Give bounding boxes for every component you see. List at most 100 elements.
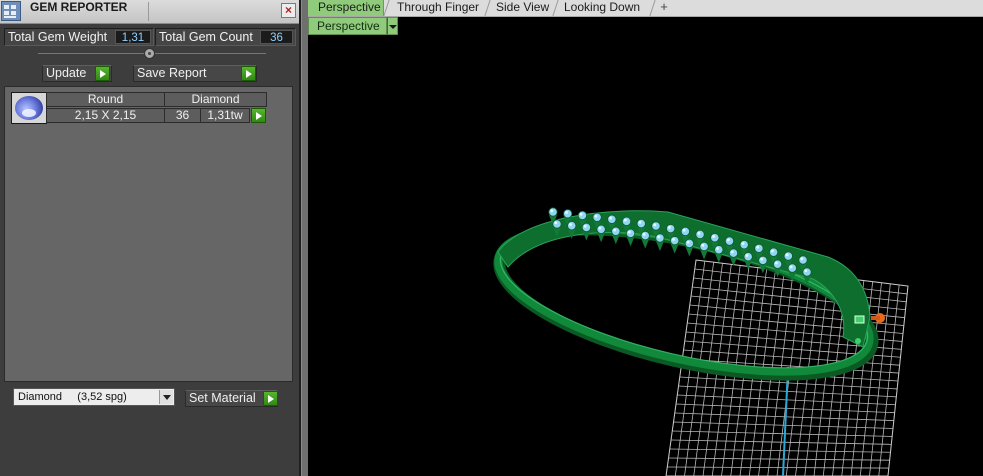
gem-stone bbox=[739, 240, 749, 250]
view-tab-bar: Perspective Through Finger Side View Loo… bbox=[308, 0, 983, 17]
gem-stone bbox=[699, 241, 709, 252]
gem-highlight bbox=[550, 209, 554, 213]
grid-line bbox=[667, 466, 889, 469]
save-report-go-icon[interactable] bbox=[241, 66, 256, 81]
gem-highlight bbox=[774, 261, 778, 265]
gem-stone bbox=[625, 228, 636, 238]
grid-line bbox=[690, 295, 905, 319]
panel-splitter[interactable] bbox=[301, 0, 308, 476]
add-tab-icon[interactable]: + bbox=[657, 0, 671, 15]
gem-highlight bbox=[627, 230, 631, 234]
gem-stone bbox=[758, 255, 768, 265]
total-gem-weight-value: 1,31 bbox=[115, 30, 151, 44]
gem-size-cell: 2,15 X 2,15 bbox=[46, 108, 165, 123]
gem-stone bbox=[640, 230, 650, 241]
set-material-go-icon[interactable] bbox=[263, 391, 278, 406]
gem-highlight bbox=[653, 223, 657, 227]
gem-highlight bbox=[716, 247, 719, 250]
gem-stone bbox=[655, 233, 665, 243]
gem-stone bbox=[567, 221, 577, 231]
gem-weight-cell: 1,31tw bbox=[200, 108, 250, 123]
gem-stone bbox=[577, 210, 588, 221]
round-diamond-icon bbox=[15, 96, 43, 120]
gem-highlight bbox=[741, 242, 745, 245]
gem-stone bbox=[670, 236, 680, 246]
select-gems-go-icon[interactable] bbox=[251, 108, 266, 123]
gem-count-cell: 36 bbox=[164, 108, 201, 123]
gem-stone bbox=[710, 233, 720, 243]
gem-highlight bbox=[804, 269, 808, 273]
gem-highlight bbox=[800, 257, 804, 261]
gem-stone bbox=[783, 251, 793, 261]
gem-highlight bbox=[701, 243, 705, 247]
update-go-icon[interactable] bbox=[95, 66, 110, 81]
gem-stone bbox=[680, 226, 690, 237]
gem-stone bbox=[563, 209, 573, 219]
gem-highlight bbox=[657, 235, 661, 239]
gem-highlight bbox=[789, 265, 793, 269]
size-slider-knob[interactable] bbox=[144, 48, 155, 59]
gem-stone bbox=[728, 248, 739, 258]
gem-highlight bbox=[594, 214, 598, 218]
gem-highlight bbox=[613, 228, 617, 232]
gem-reporter-app-icon bbox=[1, 1, 21, 21]
material-select[interactable]: Diamond (3,52 spg) bbox=[13, 388, 175, 406]
perspective-viewport[interactable]: Perspective bbox=[308, 17, 983, 476]
gem-highlight bbox=[726, 238, 730, 242]
close-icon[interactable]: × bbox=[281, 3, 296, 18]
gem-stone bbox=[754, 243, 764, 253]
gem-highlight bbox=[756, 245, 760, 249]
gem-thumbnail[interactable] bbox=[11, 92, 47, 124]
gem-stone bbox=[772, 259, 783, 269]
viewport-scene[interactable] bbox=[308, 17, 983, 476]
gem-highlight bbox=[672, 238, 675, 241]
gem-stone bbox=[743, 252, 753, 262]
pivot-point bbox=[855, 338, 861, 344]
view-name-label[interactable]: Perspective bbox=[308, 17, 387, 35]
gem-highlight bbox=[642, 232, 646, 236]
gem-highlight bbox=[623, 218, 627, 222]
gem-stone bbox=[607, 214, 617, 224]
title-divider bbox=[148, 2, 149, 21]
gem-highlight bbox=[569, 223, 572, 226]
gem-highlight bbox=[638, 220, 642, 224]
tab-perspective[interactable]: Perspective bbox=[308, 0, 384, 16]
gem-highlight bbox=[785, 253, 789, 257]
gem-stone bbox=[552, 219, 562, 229]
gem-highlight bbox=[554, 221, 558, 225]
gem-stone bbox=[802, 267, 812, 277]
gem-stone bbox=[666, 224, 676, 234]
tab-looking-down[interactable]: Looking Down bbox=[560, 0, 650, 16]
chevron-down-icon[interactable] bbox=[159, 390, 173, 404]
view-dropdown-icon[interactable] bbox=[387, 17, 398, 35]
gem-report-area: Round Diamond 2,15 X 2,15 36 1,31tw bbox=[4, 86, 293, 382]
gem-material-header: Diamond bbox=[164, 92, 267, 107]
gem-stone bbox=[724, 236, 735, 246]
gem-stone bbox=[787, 263, 797, 273]
gem-reporter-panel: GEM REPORTER × Total Gem Weight 1,31 Tot… bbox=[0, 0, 301, 476]
panel-title-bar[interactable]: GEM REPORTER × bbox=[0, 0, 301, 24]
gem-stone bbox=[714, 245, 724, 255]
total-gem-count-value: 36 bbox=[260, 30, 293, 44]
gem-stone bbox=[768, 247, 779, 257]
gem-highlight bbox=[697, 231, 701, 235]
gem-stone bbox=[798, 255, 808, 265]
gem-stone bbox=[596, 224, 606, 234]
save-report-button[interactable]: Save Report bbox=[133, 65, 257, 82]
gem-highlight bbox=[770, 249, 774, 253]
gem-highlight bbox=[712, 235, 715, 238]
selection-handle bbox=[854, 315, 865, 324]
gem-stone bbox=[621, 216, 632, 226]
tab-through-finger[interactable]: Through Finger bbox=[393, 0, 485, 16]
gem-shape-header: Round bbox=[46, 92, 165, 107]
gem-highlight bbox=[583, 224, 587, 228]
gem-highlight bbox=[745, 254, 749, 257]
gem-stone bbox=[548, 207, 558, 217]
gem-highlight bbox=[682, 228, 686, 232]
gem-highlight bbox=[668, 226, 671, 229]
gem-highlight bbox=[598, 226, 602, 230]
orange-manipulator-arm bbox=[871, 316, 880, 320]
gem-stone bbox=[592, 212, 602, 222]
gem-highlight bbox=[730, 250, 734, 254]
gem-stone bbox=[636, 218, 646, 229]
